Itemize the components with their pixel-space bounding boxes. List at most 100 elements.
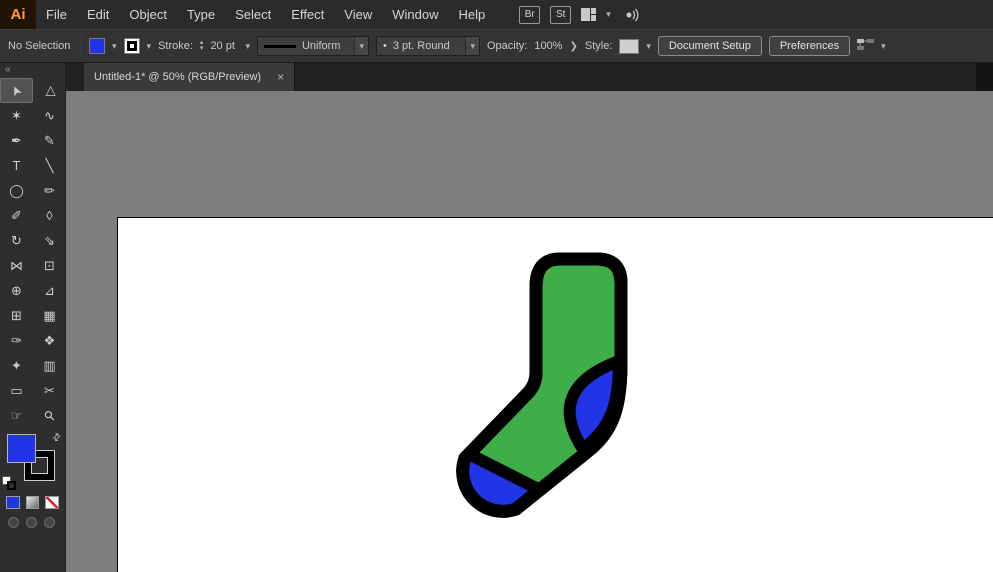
tool-width[interactable]: ⋈ — [0, 253, 33, 278]
gradient-mode-button[interactable] — [26, 496, 40, 509]
tool-symbol-sprayer[interactable]: ✦ — [0, 353, 33, 378]
width-profile-value: Uniform — [302, 40, 341, 52]
document-tab-title: Untitled-1* @ 50% (RGB/Preview) — [94, 71, 261, 83]
style-swatch[interactable] — [619, 39, 639, 54]
none-mode-button[interactable] — [45, 496, 59, 509]
tool-curvature[interactable]: ✎ — [33, 128, 66, 153]
stroke-weight-value[interactable]: 20 pt — [210, 40, 238, 52]
tool-lasso[interactable]: ∿ — [33, 103, 66, 128]
tool-selection[interactable]: ➤ — [0, 78, 33, 103]
panel-collapse-block[interactable] — [976, 63, 993, 91]
color-mode-button[interactable] — [6, 496, 20, 509]
brush-bullet-icon: • — [383, 40, 387, 52]
opacity-value[interactable]: 100% — [534, 40, 562, 52]
app-logo[interactable]: Ai — [0, 0, 36, 29]
tool-type[interactable]: T — [0, 153, 33, 178]
tool-rotate[interactable]: ↻ — [0, 228, 33, 253]
menu-select[interactable]: Select — [225, 0, 281, 29]
tool-ellipse[interactable]: ◯ — [0, 178, 33, 203]
stroke-swatch-ring — [127, 41, 137, 51]
collapse-toolbar-button[interactable]: « — [0, 63, 65, 78]
width-profile-dropdown[interactable]: Uniform ▾ — [257, 36, 369, 56]
sock-artwork — [66, 91, 993, 572]
tool-perspective-grid[interactable]: ⊿ — [33, 278, 66, 303]
style-chevron-icon[interactable]: ▾ — [646, 41, 651, 52]
tool-shape-builder[interactable]: ⊕ — [0, 278, 33, 303]
tool-hand[interactable]: ☞ — [0, 403, 33, 428]
color-wells: ⇄ — [0, 434, 65, 490]
default-stroke-icon — [7, 481, 16, 490]
divider — [81, 35, 82, 57]
tool-direct-selection[interactable]: ▷ — [33, 78, 66, 103]
stroke-label[interactable]: Stroke: — [158, 40, 193, 52]
swap-fill-stroke-icon[interactable]: ⇄ — [50, 431, 64, 445]
tools-panel: « ➤ ▷ ✶ ∿ ✒ ✎ T ╲ ◯ ✏ ✐ ◊ ↻ ⇘ ⋈ ⊡ ⊕ ⊿ ⊞ — [0, 63, 66, 572]
draw-normal-button[interactable] — [8, 517, 19, 528]
tool-paintbrush[interactable]: ✏ — [33, 178, 66, 203]
menubar-right: Br St ▾ — [519, 6, 643, 24]
stock-badge[interactable]: St — [550, 6, 571, 24]
illustrator-window: Ai File Edit Object Type Select Effect V… — [0, 0, 993, 572]
tool-line-segment[interactable]: ╲ — [33, 153, 66, 178]
stepper-down-icon[interactable]: ▾ — [200, 46, 204, 52]
menubar: Ai File Edit Object Type Select Effect V… — [0, 0, 993, 29]
document-area: Untitled-1* @ 50% (RGB/Preview) × — [66, 63, 993, 572]
tool-column-graph[interactable]: ▥ — [33, 353, 66, 378]
brush-dropdown[interactable]: • 3 pt. Round ▾ — [376, 36, 480, 56]
tool-mesh[interactable]: ⊞ — [0, 303, 33, 328]
document-tab[interactable]: Untitled-1* @ 50% (RGB/Preview) × — [84, 63, 295, 91]
selection-status: No Selection — [8, 40, 74, 52]
menu-window[interactable]: Window — [382, 0, 448, 29]
fill-chevron-icon[interactable]: ▾ — [112, 41, 117, 52]
draw-behind-button[interactable] — [26, 517, 37, 528]
menu-edit[interactable]: Edit — [77, 0, 119, 29]
tool-eraser[interactable]: ◊ — [33, 203, 66, 228]
menu-object[interactable]: Object — [119, 0, 177, 29]
menu-view[interactable]: View — [334, 0, 382, 29]
tool-eyedropper[interactable]: ✑ — [0, 328, 33, 353]
tab-close-icon[interactable]: × — [277, 70, 284, 84]
stroke-color-swatch[interactable] — [124, 38, 140, 54]
stroke-weight-chevron-icon[interactable]: ▾ — [245, 41, 250, 52]
tool-zoom[interactable]: ⚲ — [33, 403, 66, 428]
document-setup-button[interactable]: Document Setup — [658, 36, 762, 56]
opacity-chevron-icon[interactable]: ❯ — [569, 41, 577, 52]
brush-chevron-icon[interactable]: ▾ — [465, 37, 479, 55]
tool-grid: ➤ ▷ ✶ ∿ ✒ ✎ T ╲ ◯ ✏ ✐ ◊ ↻ ⇘ ⋈ ⊡ ⊕ ⊿ ⊞ ▦ — [0, 78, 65, 428]
draw-inside-button[interactable] — [44, 517, 55, 528]
menu-effect[interactable]: Effect — [281, 0, 334, 29]
bridge-badge[interactable]: Br — [519, 6, 540, 24]
tool-scale[interactable]: ⇘ — [33, 228, 66, 253]
menu-file[interactable]: File — [36, 0, 77, 29]
tool-blend[interactable]: ❖ — [33, 328, 66, 353]
stroke-chevron-icon[interactable]: ▾ — [147, 41, 152, 52]
fill-color-swatch[interactable] — [89, 38, 105, 54]
workspace: « ➤ ▷ ✶ ∿ ✒ ✎ T ╲ ◯ ✏ ✐ ◊ ↻ ⇘ ⋈ ⊡ ⊕ ⊿ ⊞ — [0, 63, 993, 572]
stroke-weight-stepper[interactable]: ▴ ▾ — [200, 40, 204, 52]
style-label[interactable]: Style: — [585, 40, 613, 52]
tool-free-transform[interactable]: ⊡ — [33, 253, 66, 278]
control-bar: No Selection ▾ ▾ Stroke: ▴ ▾ 20 pt ▾ Uni… — [0, 29, 993, 63]
preferences-button[interactable]: Preferences — [769, 36, 850, 56]
tool-slice[interactable]: ✂ — [33, 378, 66, 403]
stroke-profile-preview — [264, 45, 296, 48]
arrange-chevron-icon[interactable]: ▾ — [881, 41, 886, 52]
default-colors-icon[interactable] — [2, 476, 16, 490]
menu-help[interactable]: Help — [448, 0, 495, 29]
workspace-chevron-icon[interactable]: ▾ — [606, 9, 611, 20]
arrange-icon[interactable] — [857, 38, 874, 54]
fill-color-well[interactable] — [7, 434, 36, 463]
tool-gradient[interactable]: ▦ — [33, 303, 66, 328]
canvas[interactable] — [66, 91, 993, 572]
workspace-grid-icon[interactable] — [581, 8, 596, 21]
share-icon[interactable] — [621, 7, 643, 23]
profile-chevron-icon[interactable]: ▾ — [354, 37, 368, 55]
tool-shaper[interactable]: ✐ — [0, 203, 33, 228]
tool-pen[interactable]: ✒ — [0, 128, 33, 153]
menu-list: File Edit Object Type Select Effect View… — [36, 0, 495, 29]
menu-type[interactable]: Type — [177, 0, 225, 29]
opacity-label[interactable]: Opacity: — [487, 40, 527, 52]
tool-artboard[interactable]: ▭ — [0, 378, 33, 403]
draw-mode-row — [0, 511, 65, 534]
tool-magic-wand[interactable]: ✶ — [0, 103, 33, 128]
